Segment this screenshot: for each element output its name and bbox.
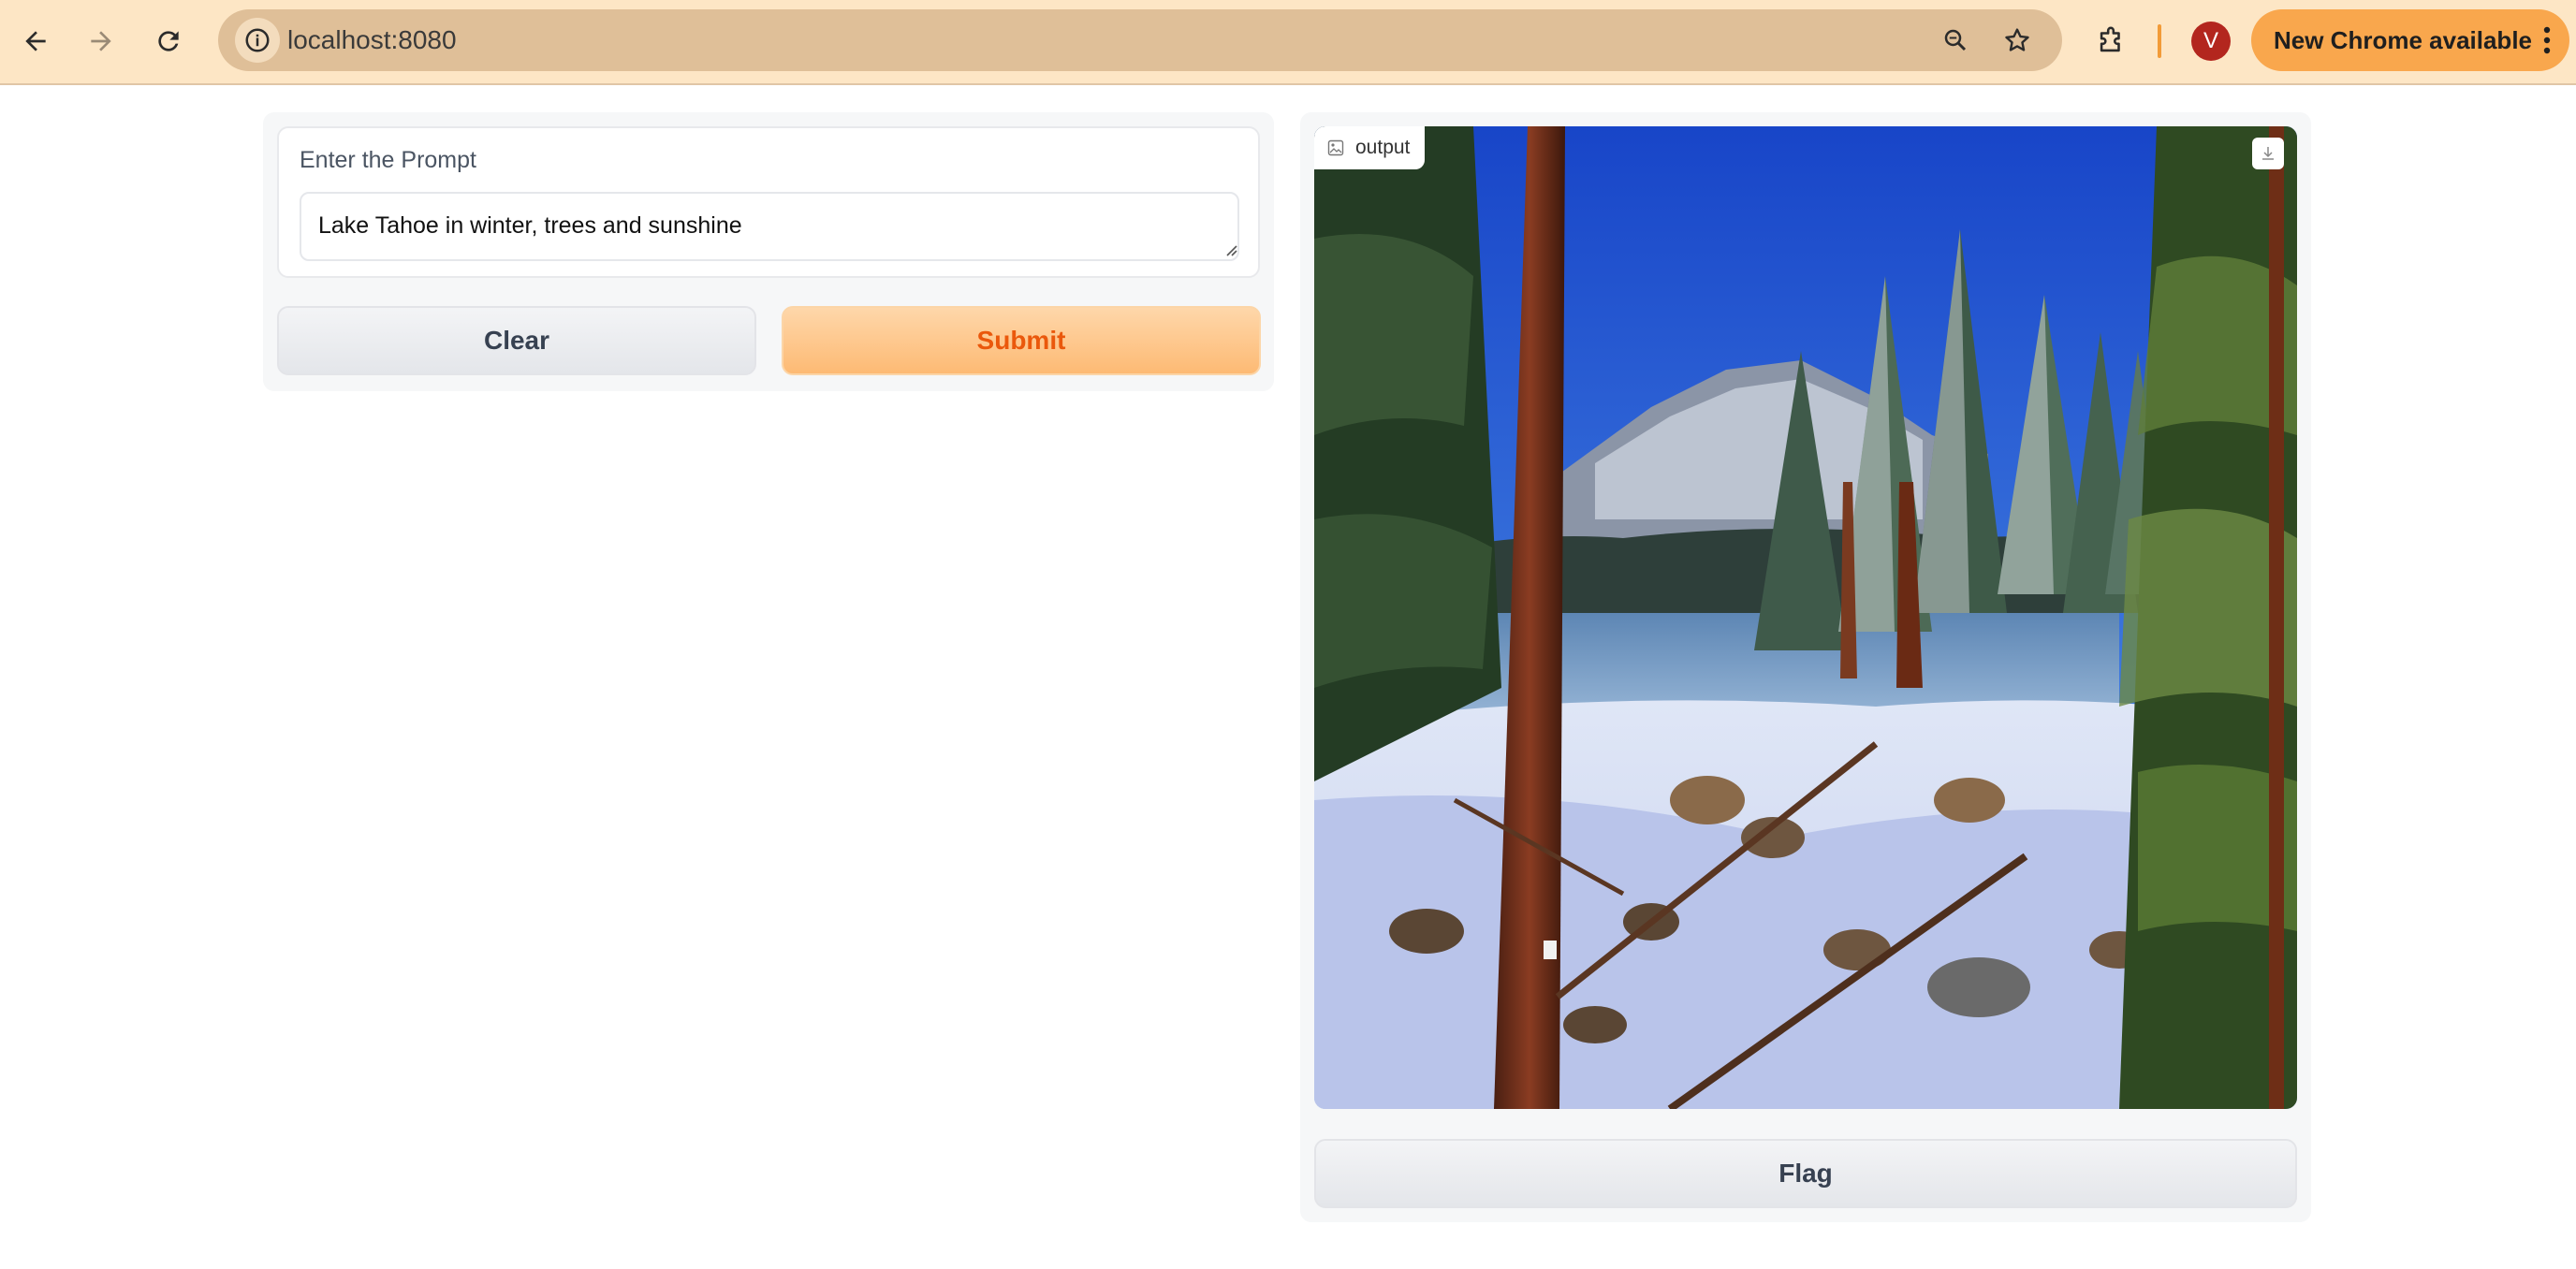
download-icon	[2262, 147, 2274, 160]
prompt-textarea[interactable]: Lake Tahoe in winter, trees and sunshine	[300, 192, 1239, 261]
download-button[interactable]	[2252, 138, 2284, 169]
submit-button[interactable]: Submit	[782, 306, 1261, 375]
output-panel: output Flag	[1300, 112, 2311, 1222]
input-panel: Enter the Prompt Lake Tahoe in winter, t…	[263, 112, 1274, 391]
site-info-button[interactable]	[235, 18, 280, 63]
browser-toolbar: localhost:8080 V New Chrome available	[0, 0, 2576, 85]
generated-image	[1314, 126, 2297, 1109]
back-icon	[25, 31, 46, 51]
back-button[interactable]	[7, 13, 64, 69]
extensions-button[interactable]	[2083, 13, 2139, 69]
forward-icon	[91, 31, 111, 51]
toolbar-divider	[2158, 24, 2161, 58]
zoom-button[interactable]	[1933, 18, 1978, 63]
prompt-block: Enter the Prompt Lake Tahoe in winter, t…	[277, 126, 1260, 278]
image-icon	[1327, 139, 1344, 156]
prompt-label: Enter the Prompt	[300, 147, 476, 173]
more-vert-icon[interactable]	[2538, 25, 2556, 55]
url-text[interactable]: localhost:8080	[287, 9, 457, 71]
clear-button[interactable]: Clear	[277, 306, 756, 375]
flag-button[interactable]: Flag	[1314, 1139, 2297, 1208]
profile-avatar[interactable]: V	[2191, 22, 2231, 61]
address-bar[interactable]: localhost:8080	[218, 9, 2062, 71]
bookmark-button[interactable]	[1995, 18, 2040, 63]
site-info-icon	[245, 28, 270, 52]
output-label: output	[1355, 137, 1411, 158]
resize-handle-icon[interactable]	[1222, 241, 1237, 256]
reload-button[interactable]	[140, 13, 197, 69]
update-label: New Chrome available	[2274, 26, 2532, 54]
extensions-icon	[2100, 26, 2120, 52]
reload-icon	[158, 31, 179, 51]
output-label-tag: output	[1314, 126, 1426, 169]
new-chrome-available-button[interactable]: New Chrome available	[2251, 9, 2569, 71]
output-image-container: output	[1314, 126, 2297, 1109]
forward-button[interactable]	[73, 13, 129, 69]
bookmark-star-icon	[2005, 28, 2029, 51]
zoom-icon	[1944, 29, 1967, 51]
